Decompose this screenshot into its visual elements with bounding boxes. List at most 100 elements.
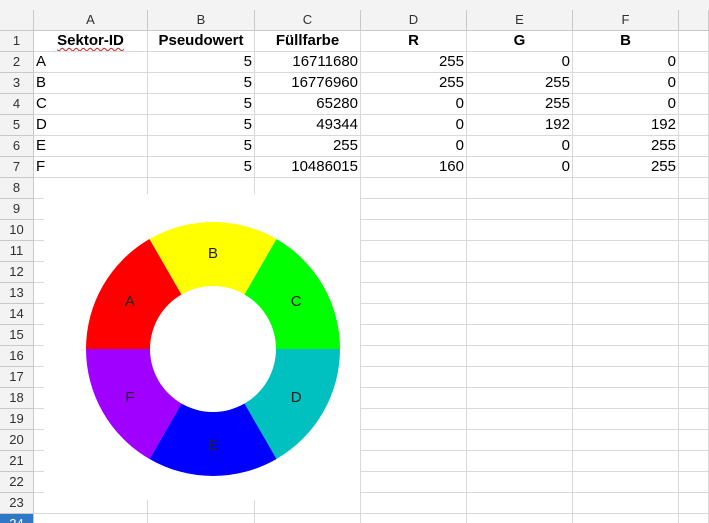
cell-f1[interactable]: B: [573, 31, 679, 52]
cell-d10[interactable]: [361, 220, 467, 241]
cell-c6[interactable]: 255: [255, 136, 361, 157]
row-header-11[interactable]: 11: [0, 241, 34, 262]
column-header-d[interactable]: D: [361, 10, 467, 31]
row-header-9[interactable]: 9: [0, 199, 34, 220]
cell-d1[interactable]: R: [361, 31, 467, 52]
cell-e21[interactable]: [467, 451, 573, 472]
cell-g17[interactable]: [679, 367, 709, 388]
cell-b4[interactable]: 5: [148, 94, 255, 115]
cell-g9[interactable]: [679, 199, 709, 220]
cell-g23[interactable]: [679, 493, 709, 514]
cell-g18[interactable]: [679, 388, 709, 409]
row-header-8[interactable]: 8: [0, 178, 34, 199]
cell-g1[interactable]: [679, 31, 709, 52]
cell-g15[interactable]: [679, 325, 709, 346]
cell-e9[interactable]: [467, 199, 573, 220]
cell-g3[interactable]: [679, 73, 709, 94]
cell-c7[interactable]: 10486015: [255, 157, 361, 178]
cell-b24[interactable]: [148, 514, 255, 523]
cell-f5[interactable]: 192: [573, 115, 679, 136]
column-header-b[interactable]: B: [148, 10, 255, 31]
row-header-21[interactable]: 21: [0, 451, 34, 472]
row-header-10[interactable]: 10: [0, 220, 34, 241]
cell-a1[interactable]: Sektor-ID: [34, 31, 148, 52]
cell-f20[interactable]: [573, 430, 679, 451]
cell-a7[interactable]: F: [34, 157, 148, 178]
row-header-16[interactable]: 16: [0, 346, 34, 367]
cell-g21[interactable]: [679, 451, 709, 472]
column-header-extra[interactable]: [679, 10, 709, 31]
row-header-15[interactable]: 15: [0, 325, 34, 346]
cell-d23[interactable]: [361, 493, 467, 514]
cell-g5[interactable]: [679, 115, 709, 136]
cell-c2[interactable]: 16711680: [255, 52, 361, 73]
column-header-f[interactable]: F: [573, 10, 679, 31]
cell-d20[interactable]: [361, 430, 467, 451]
cell-e23[interactable]: [467, 493, 573, 514]
cell-f19[interactable]: [573, 409, 679, 430]
cell-g11[interactable]: [679, 241, 709, 262]
row-header-17[interactable]: 17: [0, 367, 34, 388]
row-header-2[interactable]: 2: [0, 52, 34, 73]
cell-d5[interactable]: 0: [361, 115, 467, 136]
cell-f8[interactable]: [573, 178, 679, 199]
cell-d19[interactable]: [361, 409, 467, 430]
cell-g12[interactable]: [679, 262, 709, 283]
cell-g13[interactable]: [679, 283, 709, 304]
cell-f24[interactable]: [573, 514, 679, 523]
row-header-20[interactable]: 20: [0, 430, 34, 451]
cell-e18[interactable]: [467, 388, 573, 409]
row-header-18[interactable]: 18: [0, 388, 34, 409]
cell-d2[interactable]: 255: [361, 52, 467, 73]
cell-f4[interactable]: 0: [573, 94, 679, 115]
row-header-1[interactable]: 1: [0, 31, 34, 52]
cell-f18[interactable]: [573, 388, 679, 409]
cell-e3[interactable]: 255: [467, 73, 573, 94]
cell-a4[interactable]: C: [34, 94, 148, 115]
row-header-13[interactable]: 13: [0, 283, 34, 304]
cell-e17[interactable]: [467, 367, 573, 388]
row-header-23[interactable]: 23: [0, 493, 34, 514]
cell-f13[interactable]: [573, 283, 679, 304]
cell-d8[interactable]: [361, 178, 467, 199]
cell-e19[interactable]: [467, 409, 573, 430]
cell-f12[interactable]: [573, 262, 679, 283]
cell-f21[interactable]: [573, 451, 679, 472]
cell-d11[interactable]: [361, 241, 467, 262]
cell-e16[interactable]: [467, 346, 573, 367]
cell-e4[interactable]: 255: [467, 94, 573, 115]
cell-c1[interactable]: Füllfarbe: [255, 31, 361, 52]
row-header-12[interactable]: 12: [0, 262, 34, 283]
cell-f17[interactable]: [573, 367, 679, 388]
row-header-7[interactable]: 7: [0, 157, 34, 178]
cell-a2[interactable]: A: [34, 52, 148, 73]
cell-f16[interactable]: [573, 346, 679, 367]
cell-e6[interactable]: 0: [467, 136, 573, 157]
cell-e14[interactable]: [467, 304, 573, 325]
cell-a5[interactable]: D: [34, 115, 148, 136]
cell-e2[interactable]: 0: [467, 52, 573, 73]
cell-d3[interactable]: 255: [361, 73, 467, 94]
cell-f7[interactable]: 255: [573, 157, 679, 178]
cell-d4[interactable]: 0: [361, 94, 467, 115]
cell-g10[interactable]: [679, 220, 709, 241]
column-header-a[interactable]: A: [34, 10, 148, 31]
cell-g24[interactable]: [679, 514, 709, 523]
cell-b6[interactable]: 5: [148, 136, 255, 157]
row-header-22[interactable]: 22: [0, 472, 34, 493]
cell-b3[interactable]: 5: [148, 73, 255, 94]
cell-f9[interactable]: [573, 199, 679, 220]
cell-d22[interactable]: [361, 472, 467, 493]
cell-b1[interactable]: Pseudowert: [148, 31, 255, 52]
cell-d21[interactable]: [361, 451, 467, 472]
cell-g19[interactable]: [679, 409, 709, 430]
cell-g6[interactable]: [679, 136, 709, 157]
cell-g2[interactable]: [679, 52, 709, 73]
cell-g7[interactable]: [679, 157, 709, 178]
cell-f3[interactable]: 0: [573, 73, 679, 94]
row-header-24[interactable]: 24: [0, 514, 34, 523]
cell-f2[interactable]: 0: [573, 52, 679, 73]
cell-d18[interactable]: [361, 388, 467, 409]
cell-d15[interactable]: [361, 325, 467, 346]
cell-d17[interactable]: [361, 367, 467, 388]
